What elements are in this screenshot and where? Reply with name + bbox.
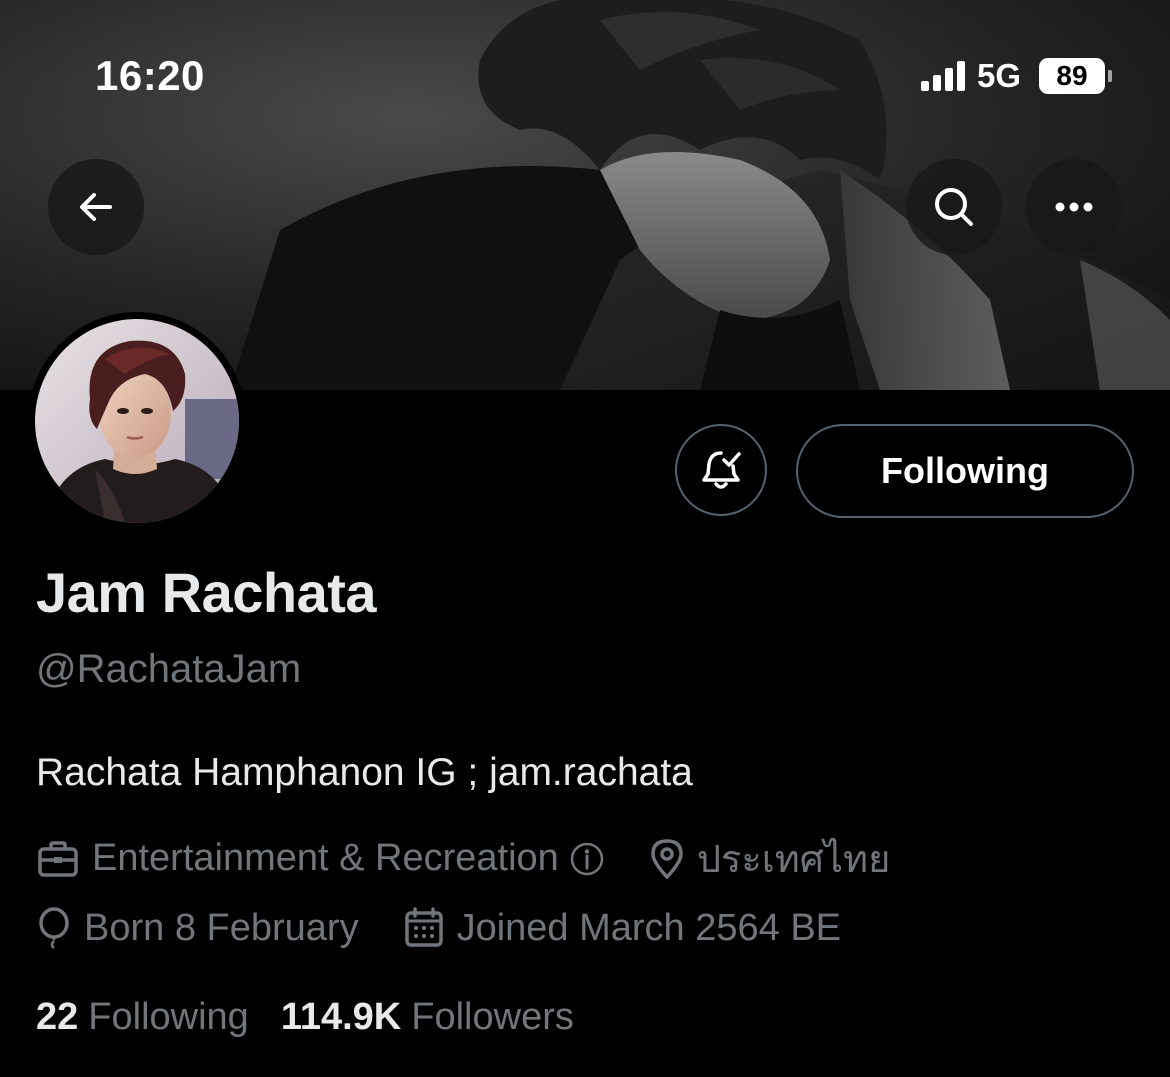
status-indicators: 5G 89 xyxy=(920,57,1112,94)
briefcase-icon xyxy=(36,839,80,879)
profile-avatar[interactable] xyxy=(28,312,246,530)
birthday-item: Born 8 February xyxy=(36,906,359,950)
display-name: Jam Rachata xyxy=(36,561,377,624)
category-text: Entertainment & Recreation xyxy=(92,837,559,879)
follow-stats: 22 Following 114.9K Followers xyxy=(36,996,574,1039)
calendar-icon xyxy=(403,907,445,949)
notifications-button[interactable] xyxy=(675,424,767,516)
location-item: ประเทศไทย xyxy=(649,828,891,889)
balloon-icon xyxy=(36,906,72,950)
profile-meta-row-1: Entertainment & Recreation ประเทศไทย xyxy=(36,828,890,889)
joined-text: Joined March 2564 BE xyxy=(456,906,842,949)
avatar xyxy=(35,319,239,523)
bell-check-icon xyxy=(702,451,741,489)
following-label: Following xyxy=(88,996,249,1038)
avatar-image xyxy=(35,319,239,523)
search-button[interactable] xyxy=(906,159,1002,255)
user-handle: @RachataJam xyxy=(36,647,302,691)
following-button[interactable]: Following xyxy=(796,424,1134,518)
arrow-left-icon xyxy=(80,193,112,221)
birthday-text: Born 8 February xyxy=(84,906,359,949)
network-type: 5G xyxy=(976,57,1021,94)
cellular-signal-icon xyxy=(920,61,965,91)
battery-level: 89 xyxy=(1039,58,1105,94)
profile-meta-row-2: Born 8 February Joined March 2564 BE xyxy=(36,906,841,950)
followers-stat[interactable]: 114.9K Followers xyxy=(281,996,574,1039)
followers-label: Followers xyxy=(411,996,574,1038)
following-stat[interactable]: 22 Following xyxy=(36,996,249,1039)
followers-count: 114.9K xyxy=(280,996,402,1038)
following-count: 22 xyxy=(36,996,79,1038)
location-pin-icon xyxy=(649,838,685,880)
location-text: ประเทศไทย xyxy=(696,839,891,881)
back-button[interactable] xyxy=(48,159,144,255)
battery-icon: 89 xyxy=(1039,58,1112,94)
status-bar: 16:20 5G 89 xyxy=(0,0,1170,150)
joined-item: Joined March 2564 BE xyxy=(403,907,841,950)
status-time: 16:20 xyxy=(95,52,205,99)
bio: Rachata Hamphanon IG ; jam.rachata xyxy=(36,751,693,794)
more-options-button[interactable] xyxy=(1026,159,1122,255)
search-icon xyxy=(935,188,973,226)
info-icon[interactable] xyxy=(569,841,605,877)
category-item: Entertainment & Recreation xyxy=(36,837,605,880)
more-horizontal-icon xyxy=(1055,202,1093,212)
